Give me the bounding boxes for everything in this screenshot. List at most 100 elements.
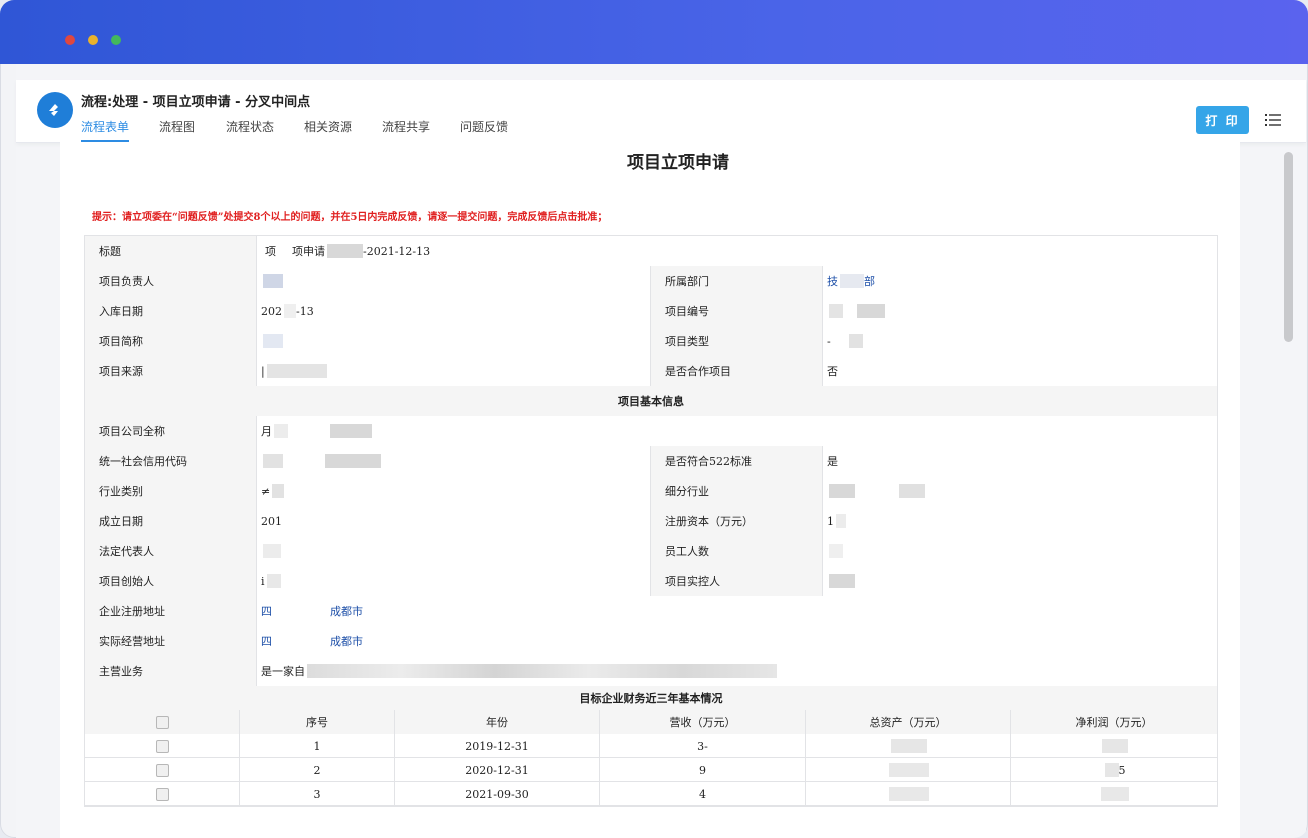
app-window: 流程:处理 - 项目立项申请 - 分叉中间点 流程表单 流程图 流程状态 相关资…	[0, 0, 1308, 838]
field-value-source: |	[257, 356, 651, 386]
business-text: 是一家自	[261, 665, 305, 678]
form-row-owner: 项目负责人 所属部门 技 部	[85, 266, 1217, 296]
cell-assets	[806, 782, 1011, 806]
field-label-sub-industry: 细分行业	[651, 476, 823, 506]
field-label-credit: 统一社会信用代码	[85, 446, 257, 476]
cell-net: 5	[1011, 758, 1217, 782]
redacted-block	[266, 574, 281, 588]
field-label-founded: 成立日期	[85, 506, 257, 536]
field-label-reg-address: 企业注册地址	[85, 596, 257, 626]
form-row-short: 项目简称 项目类型 -	[85, 326, 1217, 356]
minimize-window-button[interactable]	[88, 35, 98, 45]
field-label-controller: 项目实控人	[651, 566, 823, 596]
redacted-block	[836, 514, 846, 528]
tab-related-resources[interactable]: 相关资源	[304, 118, 352, 140]
field-label-company: 项目公司全称	[85, 416, 257, 446]
redacted-block	[325, 454, 381, 468]
title-text-part: 项	[265, 245, 276, 258]
select-all-checkbox[interactable]	[85, 710, 240, 734]
list-menu-icon[interactable]	[1265, 113, 1281, 127]
cell-revenue: 4	[600, 782, 806, 806]
field-value-type: -	[823, 326, 1217, 356]
field-label-coop: 是否合作项目	[651, 356, 823, 386]
cell-year: 2019-12-31	[395, 734, 600, 758]
form-row-founder: 项目创始人 i 项目实控人	[85, 566, 1217, 596]
checkbox-icon	[155, 763, 169, 777]
field-label-owner: 项目负责人	[85, 266, 257, 296]
address-text: 成都市	[330, 605, 363, 618]
redacted-block	[829, 484, 855, 498]
tab-feedback[interactable]: 问题反馈	[460, 118, 508, 140]
company-text: 月	[261, 425, 272, 438]
field-value-op-address[interactable]: 四 成都市	[257, 626, 1217, 656]
column-header: 年份	[395, 710, 600, 734]
field-label-short: 项目简称	[85, 326, 257, 356]
field-value-capital: 1	[823, 506, 1217, 536]
close-window-button[interactable]	[65, 35, 75, 45]
cell-assets	[806, 734, 1011, 758]
dept-text: 技	[827, 275, 838, 288]
finance-table-header: 序号 年份 营收（万元） 总资产（万元） 净利润（万元）	[85, 710, 1217, 734]
form-row-source: 项目来源 | 是否合作项目 否	[85, 356, 1217, 386]
field-value-founded: 201	[257, 506, 651, 536]
redacted-block	[272, 484, 285, 498]
form-row-business: 主营业务 是一家自	[85, 656, 1217, 686]
field-value-owner[interactable]	[257, 266, 651, 296]
redacted-block	[889, 763, 929, 777]
redacted-block	[263, 334, 283, 348]
hint-text: 提示：请立项委在“问题反馈”处提交8个以上的问题，并在5日内完成反馈，请逐一提交…	[92, 212, 608, 223]
field-value-reg-address[interactable]: 四 成都市	[257, 596, 1217, 626]
field-label-code: 项目编号	[651, 296, 823, 326]
redacted-block	[829, 304, 843, 318]
print-button[interactable]: 打 印	[1196, 106, 1249, 134]
row-checkbox[interactable]	[85, 734, 240, 758]
title-text-part: 项申请	[292, 245, 325, 258]
tab-process-form[interactable]: 流程表单	[81, 118, 130, 142]
row-checkbox[interactable]	[85, 782, 240, 806]
tab-flow-status[interactable]: 流程状态	[226, 118, 274, 140]
field-value-code	[823, 296, 1217, 326]
checkbox-icon	[155, 739, 169, 753]
field-value-industry: ≠	[257, 476, 651, 506]
founder-text: i	[261, 574, 265, 588]
section-title: 项目基本信息	[85, 386, 1217, 416]
field-label-founder: 项目创始人	[85, 566, 257, 596]
redacted-block	[857, 304, 885, 318]
field-label-legal: 法定代表人	[85, 536, 257, 566]
redacted-block	[829, 544, 843, 558]
field-label-staff: 员工人数	[651, 536, 823, 566]
form-row-credit: 统一社会信用代码 是否符合522标准 是	[85, 446, 1217, 476]
tab-flow-share[interactable]: 流程共享	[382, 118, 430, 140]
field-label-date: 入库日期	[85, 296, 257, 326]
field-value-short	[257, 326, 651, 356]
checkbox-icon	[155, 715, 169, 729]
form-row-date: 入库日期 202 -13 项目编号	[85, 296, 1217, 326]
cell-no: 3	[240, 782, 395, 806]
row-checkbox[interactable]	[85, 758, 240, 782]
cell-assets	[806, 758, 1011, 782]
maximize-window-button[interactable]	[111, 35, 121, 45]
form-row-founded: 成立日期 201 注册资本（万元） 1	[85, 506, 1217, 536]
field-value-coop: 否	[823, 356, 1217, 386]
cell-revenue: 3-	[600, 734, 806, 758]
redacted-block	[1101, 787, 1129, 801]
redacted-block	[327, 244, 363, 258]
redacted-block	[274, 424, 288, 438]
app-logo-icon	[37, 92, 73, 128]
field-value-dept[interactable]: 技 部	[823, 266, 1217, 296]
field-value-founder: i	[257, 566, 651, 596]
form-row-company: 项目公司全称 月	[85, 416, 1217, 446]
table-row: 1 2019-12-31 3-	[85, 734, 1217, 758]
address-text: 四	[261, 605, 272, 618]
vertical-scrollbar[interactable]	[1284, 152, 1293, 342]
cell-no: 1	[240, 734, 395, 758]
redacted-block	[284, 304, 296, 318]
cell-net	[1011, 734, 1217, 758]
cell-revenue: 9	[600, 758, 806, 782]
redacted-block	[263, 274, 283, 288]
column-header: 营收（万元）	[600, 710, 806, 734]
column-header: 总资产（万元）	[806, 710, 1011, 734]
tab-flow-chart[interactable]: 流程图	[159, 118, 195, 140]
redacted-block	[891, 739, 927, 753]
capital-text: 1	[827, 514, 834, 528]
